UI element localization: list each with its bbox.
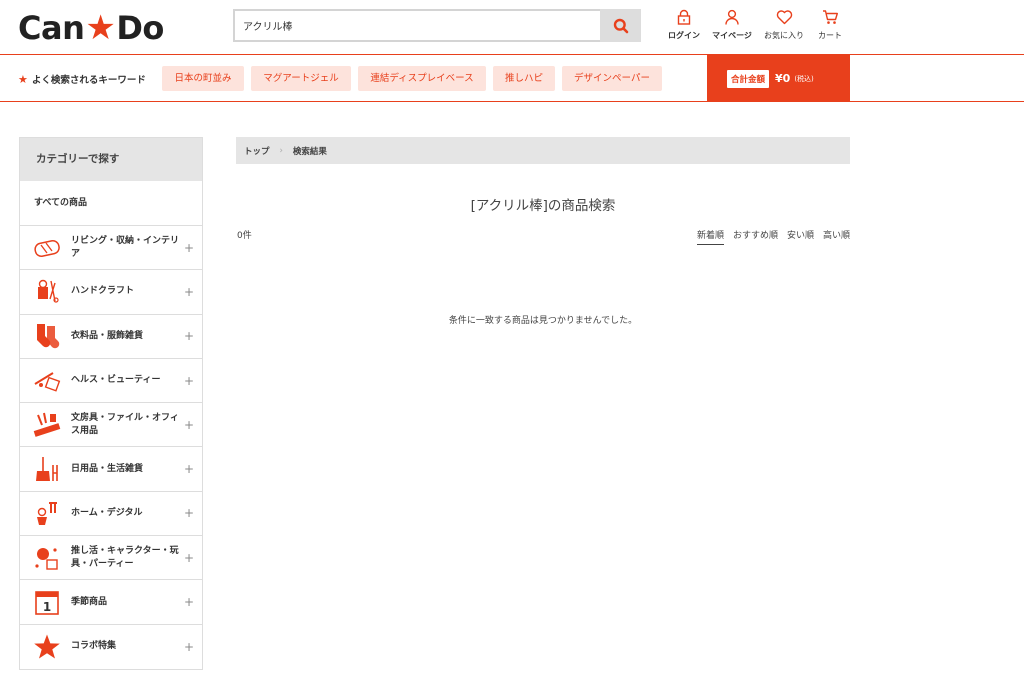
stationery-icon	[32, 410, 62, 440]
star-icon: ★	[18, 72, 28, 86]
beauty-icon	[32, 366, 62, 396]
expand-icon[interactable]: +	[184, 241, 194, 255]
favorites-label: お気に入り	[764, 31, 804, 40]
expand-icon[interactable]: +	[184, 285, 194, 299]
sort-recommended[interactable]: おすすめ順	[733, 228, 778, 245]
sidebar-item-label: コラボ特集	[71, 641, 117, 652]
mypage-label: マイページ	[712, 31, 752, 40]
category-sidebar: カテゴリーで探す すべての商品 リビング・収納・インテリア + ハンドクラフト …	[19, 137, 203, 670]
result-count: 0件	[237, 231, 252, 241]
svg-text:1: 1	[43, 600, 51, 614]
craft-icon	[32, 277, 62, 307]
expand-icon[interactable]: +	[184, 551, 194, 565]
expand-icon[interactable]: +	[184, 595, 194, 609]
breadcrumb-current: 検索結果	[292, 146, 327, 157]
sidebar-item-label: 季節商品	[71, 596, 108, 607]
cart-total[interactable]: 合計金額 ¥0 (税込)	[707, 55, 850, 102]
keyword-title-text: よく検索されるキーワード	[31, 75, 146, 86]
total-amount: ¥0	[775, 72, 791, 85]
expand-icon[interactable]: +	[184, 640, 194, 654]
sidebar-item-beauty[interactable]: ヘルス・ビューティー +	[20, 359, 202, 404]
sidebar-item-label: 日用品・生活雑貨	[71, 463, 144, 474]
expand-icon[interactable]: +	[184, 506, 194, 520]
mypage-link[interactable]: マイページ	[709, 9, 755, 41]
user-icon	[725, 9, 739, 25]
socks-icon	[32, 321, 62, 351]
search-input[interactable]	[235, 11, 595, 40]
keyword-bar: ★ よく検索されるキーワード 日本の町並み マグアートジェル 連結ディスプレイベ…	[0, 55, 1024, 102]
search-button[interactable]	[600, 9, 641, 42]
sort-price-high[interactable]: 高い順	[823, 228, 850, 245]
total-tax-note: (税込)	[794, 74, 814, 83]
breadcrumb: トップ › 検索結果	[236, 137, 850, 164]
star-icon	[32, 632, 62, 662]
sort-options: 新着順 おすすめ順 安い順 高い順	[696, 228, 850, 245]
sidebar-item-collab[interactable]: コラボ特集 +	[20, 625, 202, 669]
search-box	[233, 9, 641, 42]
keyword-title: ★ よく検索されるキーワード	[18, 72, 146, 87]
expand-icon[interactable]: +	[184, 329, 194, 343]
sidebar-item-home[interactable]: ホーム・デジタル +	[20, 492, 202, 537]
sidebar-item-party[interactable]: 推し活・キャラクター・玩具・パーティー +	[20, 536, 202, 581]
lock-icon	[677, 9, 691, 25]
breadcrumb-separator: ›	[279, 145, 283, 156]
page-title: [アクリル棒]の商品検索	[470, 198, 616, 214]
cart-link[interactable]: カート	[807, 9, 853, 41]
living-icon	[32, 233, 62, 263]
empty-results-message: 条件に一致する商品は見つかりませんでした。	[448, 316, 638, 326]
sidebar-title: カテゴリーで探す	[20, 138, 202, 181]
sort-newest[interactable]: 新着順	[696, 228, 724, 245]
cart-label: カート	[818, 31, 842, 40]
keyword-tag[interactable]: 推しハピ	[493, 66, 555, 91]
keyword-tag[interactable]: マグアートジェル	[251, 66, 351, 91]
sidebar-item-seasonal[interactable]: 1 季節商品 +	[20, 580, 202, 625]
logo[interactable]: Can ★ Do	[18, 8, 164, 48]
sidebar-item-stationery[interactable]: 文房具・ファイル・オフィス用品 +	[20, 403, 202, 448]
sidebar-item-daily[interactable]: 日用品・生活雑貨 +	[20, 447, 202, 492]
sidebar-item-label: 文房具・ファイル・オフィス用品	[71, 412, 179, 436]
site-header: Can★Do ログイン マイページ お気に入り	[0, 0, 1024, 55]
keyword-tag[interactable]: デザインペーパー	[562, 66, 662, 91]
sidebar-item-label: 衣料品・服飾雑貨	[71, 330, 144, 341]
keyword-tag[interactable]: 日本の町並み	[162, 66, 244, 91]
sidebar-item-all[interactable]: すべての商品	[20, 181, 202, 226]
keyword-tag[interactable]: 連結ディスプレイベース	[358, 66, 486, 91]
expand-icon[interactable]: +	[184, 462, 194, 476]
heart-icon	[776, 10, 792, 25]
sidebar-item-living[interactable]: リビング・収納・インテリア +	[20, 226, 202, 271]
sidebar-item-clothing[interactable]: 衣料品・服飾雑貨 +	[20, 315, 202, 359]
home-icon	[32, 498, 62, 528]
search-icon	[613, 18, 628, 33]
sidebar-item-label: 推し活・キャラクター・玩具・パーティー	[71, 545, 179, 569]
calendar-icon: 1	[32, 587, 62, 617]
total-label: 合計金額	[727, 69, 770, 88]
sidebar-item-label: ヘルス・ビューティー	[71, 375, 161, 386]
party-icon	[32, 543, 62, 573]
broom-icon	[32, 454, 62, 484]
sidebar-item-label: リビング・収納・インテリア	[71, 235, 180, 259]
login-link[interactable]: ログイン	[661, 9, 707, 41]
favorites-link[interactable]: お気に入り	[761, 9, 807, 41]
login-label: ログイン	[668, 31, 700, 40]
sidebar-item-label: ハンドクラフト	[71, 286, 135, 297]
logo-star-icon: ★	[85, 8, 116, 48]
expand-icon[interactable]: +	[184, 374, 194, 388]
logo-text-can: Can	[18, 9, 85, 47]
cart-icon	[822, 10, 838, 24]
expand-icon[interactable]: +	[184, 418, 194, 432]
breadcrumb-home[interactable]: トップ	[244, 145, 270, 157]
logo-text-do: Do	[116, 9, 164, 47]
sidebar-item-craft[interactable]: ハンドクラフト +	[20, 270, 202, 315]
sidebar-item-label: ホーム・デジタル	[71, 507, 143, 518]
sort-price-low[interactable]: 安い順	[787, 228, 814, 245]
